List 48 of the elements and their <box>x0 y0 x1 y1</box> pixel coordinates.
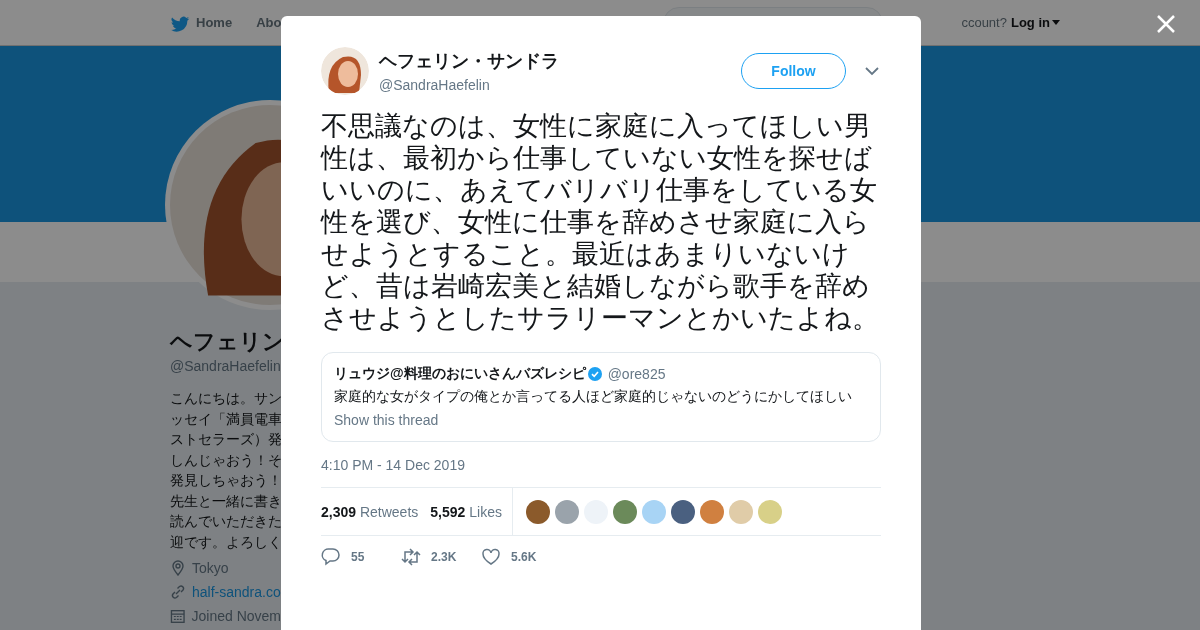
joined-date: Joined Novem <box>191 608 281 624</box>
bio-text: しんじゃおう！そ <box>170 450 281 470</box>
tweet-text: 不思議なのは、女性に家庭に入ってほしい男性は、最初から仕事していない女性を探せばいいのに、あえてバリバリ仕事をしている女性を選び、女性に仕事を辞めさせ家庭に入らせようとすること。最近はあまりいないけど、昔は岩崎宏美と結婚しながら歌手を辞めさせようとしたサラリーマンとかいたよね。 <box>321 110 880 334</box>
quoted-tweet[interactable]: リュウジ@料理のおにいさんバズレシピ @ore825 家庭的な女がタイプの俺とか言ってる人ほど家庭的じゃないのどうにかしてほしい Show this thread <box>321 352 881 442</box>
avatar[interactable] <box>612 499 637 524</box>
heart-icon <box>481 547 501 567</box>
calendar-icon <box>170 608 186 624</box>
quoted-tweet-text: 家庭的な女がタイプの俺とか言ってる人ほど家庭的じゃないのどうにかしてほしい <box>334 388 853 406</box>
bio-text: 先生と一緒に書き <box>170 491 281 511</box>
avatar[interactable] <box>321 47 369 95</box>
follow-button[interactable]: Follow <box>741 53 846 89</box>
stat-link[interactable]: 2,309 Retweets <box>321 503 419 520</box>
stat-link[interactable]: 5,592 Likes <box>430 503 502 520</box>
count: 5.6K <box>511 550 537 564</box>
like-button[interactable]: 5.6K <box>481 547 541 567</box>
bio-text: ッセイ「満員電車 <box>170 409 281 429</box>
quoted-author-handle: @ore825 <box>607 366 666 382</box>
retweet-icon <box>401 547 421 567</box>
count: 55 <box>351 550 365 564</box>
author-handle[interactable]: @SandraHaefelin <box>379 77 741 93</box>
bio-text: 発見しちゃおう！ <box>170 471 281 490</box>
login-link[interactable]: Log in <box>1010 15 1060 30</box>
tweet-time[interactable]: 4:10 PM - 14 Dec 2019 <box>321 457 881 473</box>
location-text: Tokyo <box>192 560 229 576</box>
quoted-author-name: リュウジ@料理のおにいさんバズレシピ <box>334 365 586 383</box>
bio-text: 迎です。よろしく <box>170 532 281 552</box>
avatar[interactable] <box>670 499 695 524</box>
close-button[interactable] <box>1156 14 1176 34</box>
location-pin-icon <box>170 560 186 576</box>
show-thread-link[interactable]: Show this thread <box>334 412 439 428</box>
account-prompt: ccount? <box>961 15 1007 30</box>
profile-handle: @SandraHaefelin <box>170 358 281 374</box>
nav-link[interactable]: Home <box>170 13 233 32</box>
caret-icon <box>1051 20 1060 25</box>
avatar[interactable] <box>525 499 550 524</box>
author-name[interactable]: ヘフェリン・サンドラ <box>379 49 741 73</box>
count: 2.3K <box>431 550 457 564</box>
bio-text: 読んでいただきた <box>170 512 281 531</box>
bio-text: ストセラーズ）発 <box>170 430 281 449</box>
avatar[interactable] <box>699 499 724 524</box>
caret-icon[interactable] <box>865 66 879 76</box>
nav-link[interactable]: Abo <box>256 13 282 32</box>
retweet-button[interactable]: 2.3K <box>401 547 461 567</box>
speech-bubble-icon <box>321 547 341 567</box>
link-icon <box>170 584 186 600</box>
bio-text: こんにちは。サン <box>170 389 281 408</box>
profile-name: ヘフェリン <box>170 328 281 356</box>
reply-button[interactable]: 55 <box>321 547 381 567</box>
